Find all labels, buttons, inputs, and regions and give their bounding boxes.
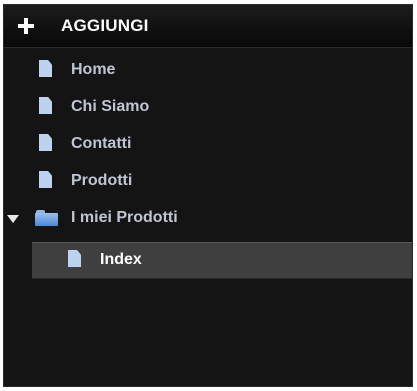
- tree-item-label: Home: [71, 61, 116, 78]
- tree-item-home[interactable]: Home: [4, 53, 412, 90]
- page-tree-panel: AGGIUNGI Home Chi Siamo Contatti Prodott…: [3, 4, 413, 387]
- tree-item-label: I miei Prodotti: [71, 209, 178, 226]
- tree-item-label: Prodotti: [71, 172, 133, 189]
- document-icon: [68, 250, 81, 267]
- document-icon: [39, 134, 52, 151]
- tree-item-index[interactable]: Index: [32, 242, 412, 279]
- tree-item-chi-siamo[interactable]: Chi Siamo: [4, 90, 412, 127]
- document-icon: [39, 60, 52, 77]
- tree-item-label: Chi Siamo: [71, 98, 150, 115]
- page-tree: Home Chi Siamo Contatti Prodotti I miei …: [4, 53, 412, 279]
- plus-icon: [18, 18, 34, 34]
- folder-icon: [35, 210, 58, 226]
- add-page-button[interactable]: AGGIUNGI: [4, 5, 412, 48]
- document-icon: [39, 171, 52, 188]
- tree-item-i-miei-prodotti[interactable]: I miei Prodotti: [4, 201, 412, 238]
- caret-down-icon[interactable]: [7, 215, 19, 223]
- tree-item-label: Index: [100, 251, 142, 268]
- add-page-label: AGGIUNGI: [61, 16, 149, 35]
- tree-item-label: Contatti: [71, 135, 132, 152]
- document-icon: [39, 97, 52, 114]
- tree-item-prodotti[interactable]: Prodotti: [4, 164, 412, 201]
- tree-item-contatti[interactable]: Contatti: [4, 127, 412, 164]
